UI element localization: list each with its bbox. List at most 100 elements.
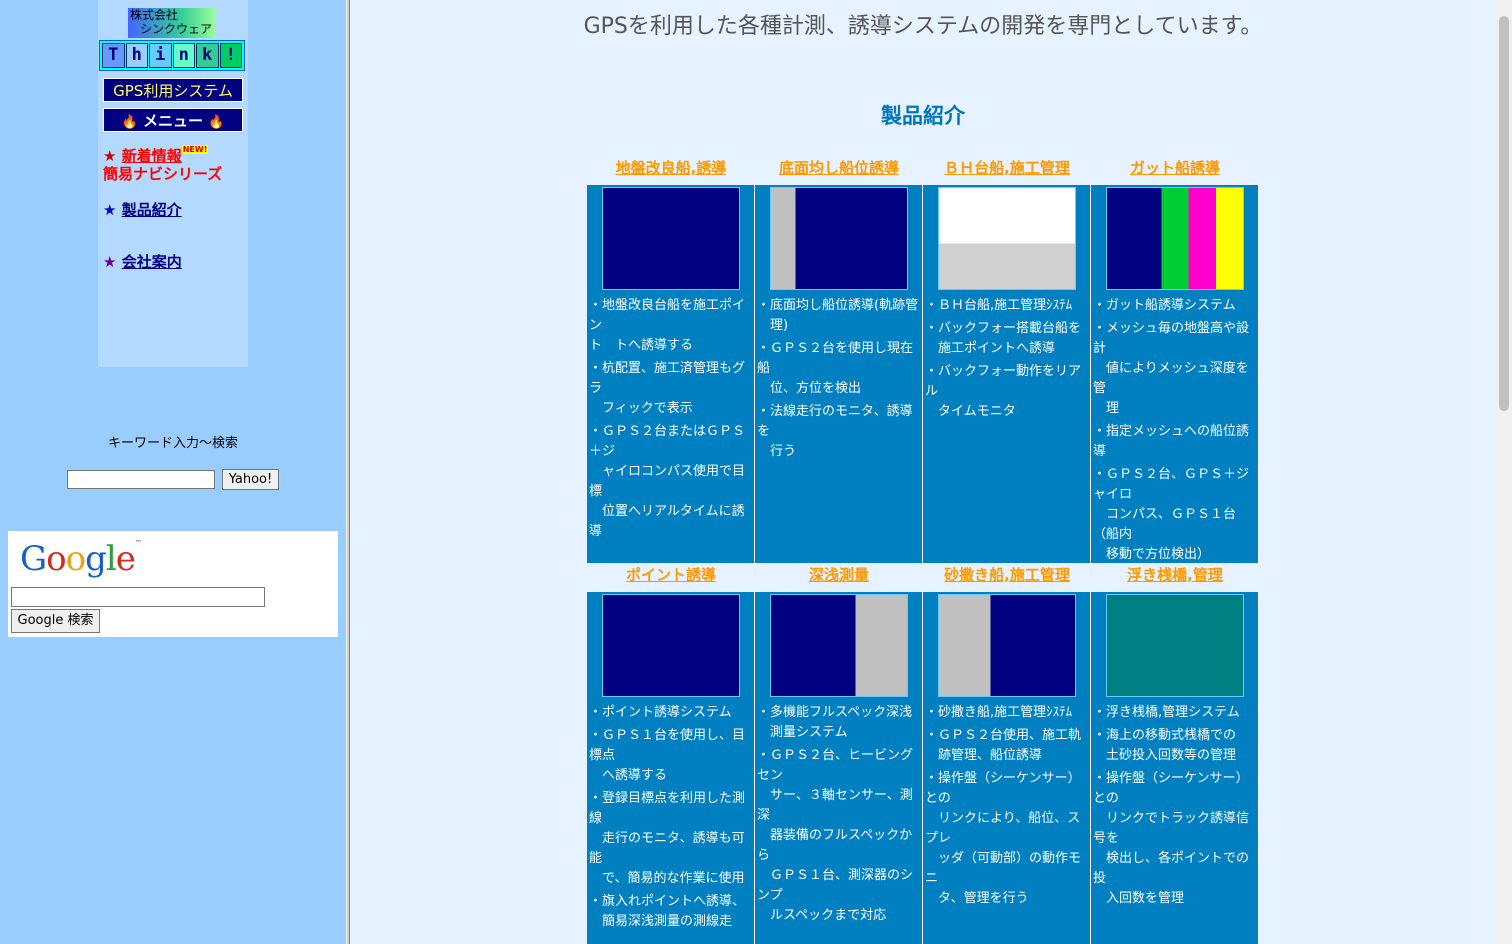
product-body: ・底面均し船位誘導(軌跡管 理) ・ＧＰＳ２台を使用し現在船 位、方位を検出 ・法線…: [755, 185, 923, 563]
product-screenshot[interactable]: [937, 187, 1076, 290]
description-line: ・登録目標点を利用した測線 走行のモニタ、誘導も可能 で、簡易的な作業に使用: [589, 791, 746, 886]
google-search-input[interactable]: [11, 587, 265, 607]
description-line: ・底面均し船位誘導(軌跡管 理): [757, 298, 919, 333]
product-screenshot[interactable]: [1105, 187, 1244, 290]
product-title-link[interactable]: 砂撒き船,施工管理: [923, 563, 1091, 592]
product-body: ・ガット船誘導システム ・メッシュ毎の地盤高や設計 値によりメッシュ深度を管 理・…: [1091, 185, 1259, 563]
product-card: 浮き桟橋,管理・浮き桟橋,管理システム・海上の移動式桟橋での 土砂投入回数等の管…: [1091, 563, 1259, 944]
description-line: ・バックフォー動作をリアル タイムモニタ: [925, 364, 1082, 419]
menu-label: メニュー: [142, 112, 203, 130]
description-line: ・地盤改良台船を施工ポイン ト トへ誘導する: [589, 298, 746, 353]
google-logo[interactable]: Google™: [20, 539, 142, 579]
google-search-box: Google™ Google 検索: [8, 531, 338, 637]
product-screenshot[interactable]: [601, 187, 740, 290]
description-line: ・砂撒き船,施工管理ｼｽﾃﾑ: [925, 705, 1073, 720]
think-letter: n: [172, 43, 195, 68]
scrollbar[interactable]: [1496, 0, 1512, 944]
product-description: ・底面均し船位誘導(軌跡管 理) ・ＧＰＳ２台を使用し現在船 位、方位を検出 ・法線…: [755, 296, 922, 462]
product-card: ガット船誘導・ガット船誘導システム・メッシュ毎の地盤高や設計 値によりメッシュ深…: [1091, 156, 1259, 563]
product-screenshot[interactable]: [937, 594, 1076, 697]
think-letter: T: [102, 43, 125, 68]
description-line: ・ポイント誘導システム: [589, 705, 732, 720]
new-badge: NEW!: [181, 145, 209, 154]
tagline: GPSを利用した各種計測、誘導システムの開発を専門としています。: [583, 14, 1263, 39]
product-card: 底面均し船位誘導・底面均し船位誘導(軌跡管 理) ・ＧＰＳ２台を使用し現在船 位、…: [755, 156, 923, 563]
nav-products-label[interactable]: 製品紹介: [122, 201, 182, 219]
product-title-link[interactable]: 深浅測量: [755, 563, 923, 592]
think-letter: i: [149, 43, 172, 68]
product-description: ・浮き桟橋,管理システム・海上の移動式桟橋での 土砂投入回数等の管理・操作盤（シ…: [1091, 703, 1258, 909]
product-title-link[interactable]: 浮き桟橋,管理: [1091, 563, 1259, 592]
gps-system-button[interactable]: GPS利用システム: [103, 78, 243, 102]
product-title-link[interactable]: 底面均し船位誘導: [755, 156, 923, 185]
product-title-link[interactable]: ポイント誘導: [587, 563, 755, 592]
product-description: ・砂撒き船,施工管理ｼｽﾃﾑ ・ＧＰＳ２台使用、施工軌 跡管理、船位誘導・操作盤（…: [923, 703, 1090, 909]
description-line: ・メッシュ毎の地盤高や設計 値によりメッシュ深度を管 理: [1093, 321, 1250, 416]
product-grid: 地盤改良船,誘導・地盤改良台船を施工ポイン ト トへ誘導する ・杭配置、施工済管理…: [587, 156, 1261, 944]
description-line: ・ガット船誘導システム: [1093, 298, 1236, 313]
keyword-label: キーワード入力～検索: [107, 436, 238, 451]
think-logo[interactable]: Th i n k!: [99, 40, 245, 71]
product-screenshot[interactable]: [769, 594, 908, 697]
flame-icon: 🔥: [208, 115, 225, 130]
product-description: ・地盤改良台船を施工ポイン ト トへ誘導する ・杭配置、施工済管理もグラ フィック…: [587, 296, 754, 542]
description-line: ・ＢＨ台船,施工管理ｼｽﾃﾑ: [925, 298, 1073, 313]
description-line: ・浮き桟橋,管理システム: [1093, 705, 1240, 720]
star-icon: ★: [103, 253, 117, 271]
product-card: 砂撒き船,施工管理・砂撒き船,施工管理ｼｽﾃﾑ ・ＧＰＳ２台使用、施工軌 跡管理、…: [923, 563, 1091, 944]
menu-button[interactable]: 🔥 メニュー 🔥: [103, 108, 243, 132]
description-line: ・ＧＰＳ２台、ヒービングセン サー、３軸センサー、測深 器装備のフルスペックから…: [757, 748, 914, 923]
product-description: ・ポイント誘導システム・ＧＰＳ１台を使用し、目標点 へ誘導する・登録目標点を利用…: [587, 703, 754, 932]
google-search-button[interactable]: Google 検索: [11, 609, 100, 633]
nav-company-label[interactable]: 会社案内: [122, 253, 182, 271]
think-letter: h: [125, 43, 148, 68]
description-line: ・指定メッシュへの船位誘導: [1093, 424, 1250, 459]
product-title-link[interactable]: ガット船誘導: [1091, 156, 1259, 185]
description-line: ・海上の移動式桟橋での 土砂投入回数等の管理: [1093, 728, 1237, 763]
main-frame: GPSを利用した各種計測、誘導システムの開発を専門としています。 製品紹介 地盤…: [350, 0, 1496, 944]
product-title-link[interactable]: ＢＨ台船,施工管理: [923, 156, 1091, 185]
product-row: ポイント誘導・ポイント誘導システム・ＧＰＳ１台を使用し、目標点 へ誘導する・登録…: [587, 563, 1261, 944]
description-line: ・多機能フルスペック深浅 測量システム: [757, 705, 913, 740]
product-body: ・砂撒き船,施工管理ｼｽﾃﾑ ・ＧＰＳ２台使用、施工軌 跡管理、船位誘導・操作盤（…: [923, 592, 1091, 944]
description-line: ・操作盤（シーケンサー）との リンクでトラック誘導信号を 検出し、各ポイントでの…: [1093, 771, 1250, 906]
think-letter: k: [196, 43, 219, 68]
nav-company[interactable]: ★ 会社案内: [103, 251, 182, 272]
product-body: ・地盤改良台船を施工ポイン ト トへ誘導する ・杭配置、施工済管理もグラ フィック…: [587, 185, 755, 563]
description-line: ・法線走行のモニタ、誘導を 行う: [757, 404, 913, 459]
product-row: 地盤改良船,誘導・地盤改良台船を施工ポイン ト トへ誘導する ・杭配置、施工済管理…: [587, 156, 1261, 563]
description-line: ・バックフォー搭載台船を 施工ポイントへ誘導: [925, 321, 1082, 356]
product-description: ・多機能フルスペック深浅 測量システム・ＧＰＳ２台、ヒービングセン サー、３軸セ…: [755, 703, 922, 926]
product-screenshot[interactable]: [601, 594, 740, 697]
product-screenshot[interactable]: [769, 187, 908, 290]
product-description: ・ガット船誘導システム ・メッシュ毎の地盤高や設計 値によりメッシュ深度を管 理・…: [1091, 296, 1258, 565]
nav-products[interactable]: ★ 製品紹介: [103, 199, 182, 220]
description-line: ・ＧＰＳ２台またはＧＰＳ＋ジ ャイロコンパス使用で目標 位置へリアルタイムに誘導: [589, 424, 746, 539]
section-title: 製品紹介: [881, 104, 965, 128]
think-letter: !: [219, 43, 242, 68]
product-description: ・ＢＨ台船,施工管理ｼｽﾃﾑ ・バックフォー搭載台船を 施工ポイントへ誘導・バック…: [923, 296, 1090, 422]
description-line: ・ＧＰＳ２台、ＧＰＳ＋ジャイロ コンパス、ＧＰＳ１台（船内 移動で方位検出）: [1093, 467, 1250, 562]
product-card: ＢＨ台船,施工管理・ＢＨ台船,施工管理ｼｽﾃﾑ ・バックフォー搭載台船を 施工ポイ…: [923, 156, 1091, 563]
company-logo[interactable]: 株式会社 シンクウェア: [128, 8, 216, 38]
flame-icon: 🔥: [121, 115, 138, 130]
description-line: ・操作盤（シーケンサー）との リンクにより、船位、スプレ ッダ（可動部）の動作モ…: [925, 771, 1082, 906]
description-line: ・杭配置、施工済管理もグラ フィックで表示: [589, 361, 746, 416]
yahoo-search-input[interactable]: [67, 470, 215, 489]
product-card: 深浅測量・多機能フルスペック深浅 測量システム・ＧＰＳ２台、ヒービングセン サー…: [755, 563, 923, 944]
product-body: ・浮き桟橋,管理システム・海上の移動式桟橋での 土砂投入回数等の管理・操作盤（シ…: [1091, 592, 1259, 944]
description-line: ・旗入れポイントへ誘導、 簡易深浅測量の測線走: [589, 894, 746, 929]
product-title-link[interactable]: 地盤改良船,誘導: [587, 156, 755, 185]
product-body: ・多機能フルスペック深浅 測量システム・ＧＰＳ２台、ヒービングセン サー、３軸セ…: [755, 592, 923, 944]
description-line: ・ＧＰＳ１台を使用し、目標点 へ誘導する: [589, 728, 746, 783]
nav-simple-navi[interactable]: 簡易ナビシリーズ: [103, 163, 222, 184]
description-line: ・ＧＰＳ２台を使用し現在船 位、方位を検出: [757, 341, 914, 396]
product-card: ポイント誘導・ポイント誘導システム・ＧＰＳ１台を使用し、目標点 へ誘導する・登録…: [587, 563, 755, 944]
product-screenshot[interactable]: [1105, 594, 1244, 697]
product-card: 地盤改良船,誘導・地盤改良台船を施工ポイン ト トへ誘導する ・杭配置、施工済管理…: [587, 156, 755, 563]
left-frame: 株式会社 シンクウェア Th i n k! GPS利用システム 🔥 メニュー 🔥 ★ …: [0, 0, 346, 944]
product-body: ・ＢＨ台船,施工管理ｼｽﾃﾑ ・バックフォー搭載台船を 施工ポイントへ誘導・バック…: [923, 185, 1091, 563]
scrollbar-thumb[interactable]: [1499, 16, 1509, 411]
yahoo-search-button[interactable]: Yahoo!: [222, 469, 279, 490]
description-line: ・ＧＰＳ２台使用、施工軌 跡管理、船位誘導: [925, 728, 1082, 763]
